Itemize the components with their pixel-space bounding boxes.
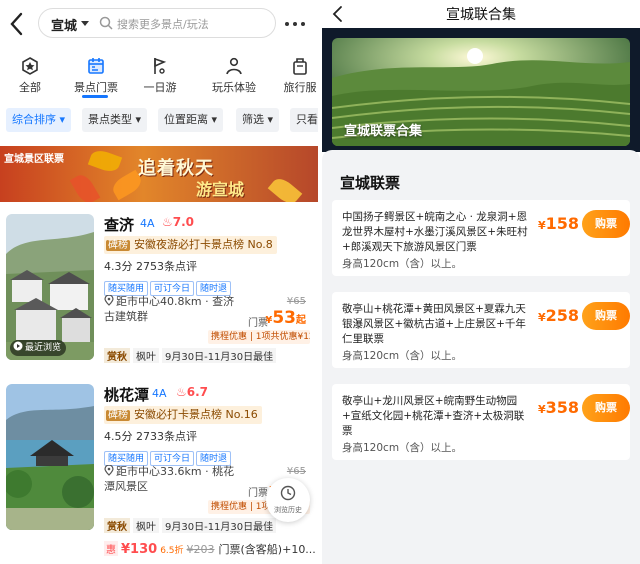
attraction-title[interactable]: 查济 — [104, 214, 134, 235]
ticket-note: 身高120cm（含）以上。 — [342, 442, 463, 454]
original-price: ¥65 — [286, 296, 306, 307]
all-icon — [22, 57, 38, 75]
location-pin-icon — [104, 295, 114, 306]
fire-icon: ♨ — [176, 385, 187, 399]
filter-sort[interactable]: 综合排序 ▾ — [6, 108, 72, 132]
heat-score: ♨7.0 — [162, 215, 195, 229]
ranking-tag[interactable]: 碑榜 安徽夜游必打卡景点榜 No.8 — [104, 236, 277, 254]
search-placeholder[interactable]: 搜索更多景点/玩法 — [117, 16, 209, 32]
rating: 4.5分 2733条点评 — [104, 430, 197, 443]
attraction-title[interactable]: 桃花潭 — [104, 384, 149, 405]
location: 距市中心33.6km · 桃花潭风景区 — [104, 465, 235, 493]
buy-button[interactable]: 购票 — [582, 394, 630, 422]
original-price: ¥65 — [286, 466, 306, 477]
section-title: 宣城联票 — [340, 174, 401, 192]
ticket-sheet: 宣城联票 中国扬子鳄景区+皖南之心 · 龙泉洞+恩龙世界木屋村+水墨汀溪风景区+… — [322, 150, 640, 564]
buy-button[interactable]: 购票 — [582, 210, 630, 238]
category-all[interactable]: 全部 — [0, 56, 60, 96]
banner-subtitle: 游宣城 — [196, 180, 245, 199]
village-image — [6, 214, 94, 360]
ticket-description: 中国扬子鳄景区+皖南之心 · 龙泉洞+恩龙世界木屋村+水墨汀溪风景区+朱旺村+郎… — [342, 211, 528, 253]
buy-button[interactable]: 购票 — [582, 302, 630, 330]
heat-score: ♨6.7 — [176, 385, 209, 399]
play-icon — [13, 341, 23, 351]
browse-history-button[interactable]: 浏览历史 — [266, 478, 310, 522]
ticket-note: 身高120cm（含）以上。 — [342, 258, 463, 270]
caret-down-icon[interactable] — [79, 16, 91, 30]
ticket-card[interactable]: 中国扬子鳄景区+皖南之心 · 龙泉洞+恩龙世界木屋村+水墨汀溪风景区+朱旺村+郎… — [332, 200, 630, 276]
hero-banner: 宣城联票合集 — [322, 28, 640, 152]
city-selector[interactable]: 宣城 — [51, 15, 77, 34]
user-icon — [226, 57, 242, 75]
filter-row: 综合排序 ▾ 景点类型 ▾ 位置距离 ▾ 筛选 ▾ 只看 — [0, 108, 318, 134]
ticket-price: ¥158 — [538, 214, 580, 233]
lake-image — [6, 384, 94, 530]
ticket-description: 敬亭山+龙川风景区+皖南野生动物园+宣纸文化园+桃花潭+查济+太极洞联票 — [342, 395, 525, 437]
ticket-description: 敬亭山+桃花潭+黄田风景区+夏霖九天银瀑风景区+徽杭古道+上庄景区+千年仁里联票 — [342, 303, 526, 345]
page-title: 宣城联合集 — [446, 7, 516, 23]
flag-icon — [154, 57, 167, 74]
ticket-icon — [88, 58, 104, 74]
price-label: 门票 — [248, 488, 268, 499]
category-travel-service[interactable]: 旅行服 — [270, 56, 318, 96]
price[interactable]: ¥53起 — [265, 308, 306, 328]
ticket-price: ¥358 — [538, 398, 580, 417]
ticket-price: ¥258 — [538, 306, 580, 325]
attraction-thumbnail[interactable] — [6, 384, 94, 530]
filter-distance[interactable]: 位置距离 ▾ — [158, 108, 224, 132]
service-tags: 随买随用 可订今日 随时退 — [104, 276, 233, 296]
season-info: 赏秋 枫叶 9月30日-11月30日最佳 — [104, 518, 279, 533]
ticket-card[interactable]: 敬亭山+龙川风景区+皖南野生动物园+宣纸文化园+桃花潭+查济+太极洞联票 身高1… — [332, 384, 630, 460]
attraction-thumbnail[interactable]: 最近浏览 — [6, 214, 94, 360]
season-info: 赏秋 枫叶 9月30日-11月30日最佳 — [104, 348, 279, 363]
category-day-tour[interactable]: 一日游 — [130, 56, 190, 96]
location-pin-icon — [104, 465, 114, 476]
filter-only-view[interactable]: 只看 — [290, 108, 318, 132]
header: 宣城联合集 — [322, 0, 640, 28]
promo-tag: 携程优惠 | 1项共优惠¥12 — [208, 330, 310, 344]
active-category-indicator — [82, 95, 108, 98]
category-experience[interactable]: 玩乐体验 — [204, 56, 264, 96]
left-screen: 宣城 搜索更多景点/玩法 全部 景点门票 一日游 玩乐体验 旅行服 综合排序 ▾… — [0, 0, 318, 564]
clock-icon — [280, 485, 296, 501]
location: 距市中心40.8km · 查济古建筑群 — [104, 295, 235, 323]
level-badge: 4A — [152, 387, 167, 400]
tea-field-image: 宣城联票合集 — [332, 38, 630, 146]
recently-viewed-badge: 最近浏览 — [10, 340, 67, 356]
ticket-card[interactable]: 敬亭山+桃花潭+黄田风景区+夏霖九天银瀑风景区+徽杭古道+上庄景区+千年仁里联票… — [332, 292, 630, 368]
top-bar: 宣城 搜索更多景点/玩法 — [0, 8, 318, 40]
filter-type[interactable]: 景点类型 ▾ — [82, 108, 148, 132]
search-icon — [99, 16, 113, 30]
search-box[interactable]: 宣城 搜索更多景点/玩法 — [38, 8, 276, 38]
ticket-note: 身高120cm（含）以上。 — [342, 350, 463, 362]
ranking-tag[interactable]: 碑榜 安徽必打卡景点榜 No.16 — [104, 406, 262, 424]
rating: 4.3分 2753条点评 — [104, 260, 197, 273]
fire-icon: ♨ — [162, 215, 173, 229]
more-icon[interactable] — [282, 14, 308, 34]
category-tickets[interactable]: 景点门票 — [66, 56, 126, 96]
attraction-card[interactable]: 最近浏览 查济 4A ♨7.0 碑榜 安徽夜游必打卡景点榜 No.8 4.3分 2… — [0, 214, 318, 370]
banner-left-text: 宣城景区联票 — [4, 154, 64, 165]
back-icon[interactable] — [6, 10, 28, 38]
bag-icon — [293, 58, 307, 75]
category-row: 全部 景点门票 一日游 玩乐体验 旅行服 — [0, 56, 318, 96]
service-tags: 随买随用 可订今日 随时退 — [104, 446, 233, 466]
promo-banner[interactable]: 宣城景区联票 追着秋天 游宣城 — [0, 146, 318, 202]
level-badge: 4A — [140, 217, 155, 230]
package-offer[interactable]: 惠 ¥130 6.5折 ¥203 门票(含客船)+10... — [104, 541, 316, 557]
attraction-card[interactable]: 桃花潭 4A ♨6.7 碑榜 安徽必打卡景点榜 No.16 4.5分 2733条点… — [0, 384, 318, 540]
right-screen: 宣城联合集 宣城联票合集 宣城联票 中国扬子鳄景区+皖南之心 · 龙泉洞+恩龙世… — [322, 0, 640, 564]
hero-title: 宣城联票合集 — [344, 124, 423, 139]
filter-screen[interactable]: 筛选 ▾ — [236, 108, 280, 132]
